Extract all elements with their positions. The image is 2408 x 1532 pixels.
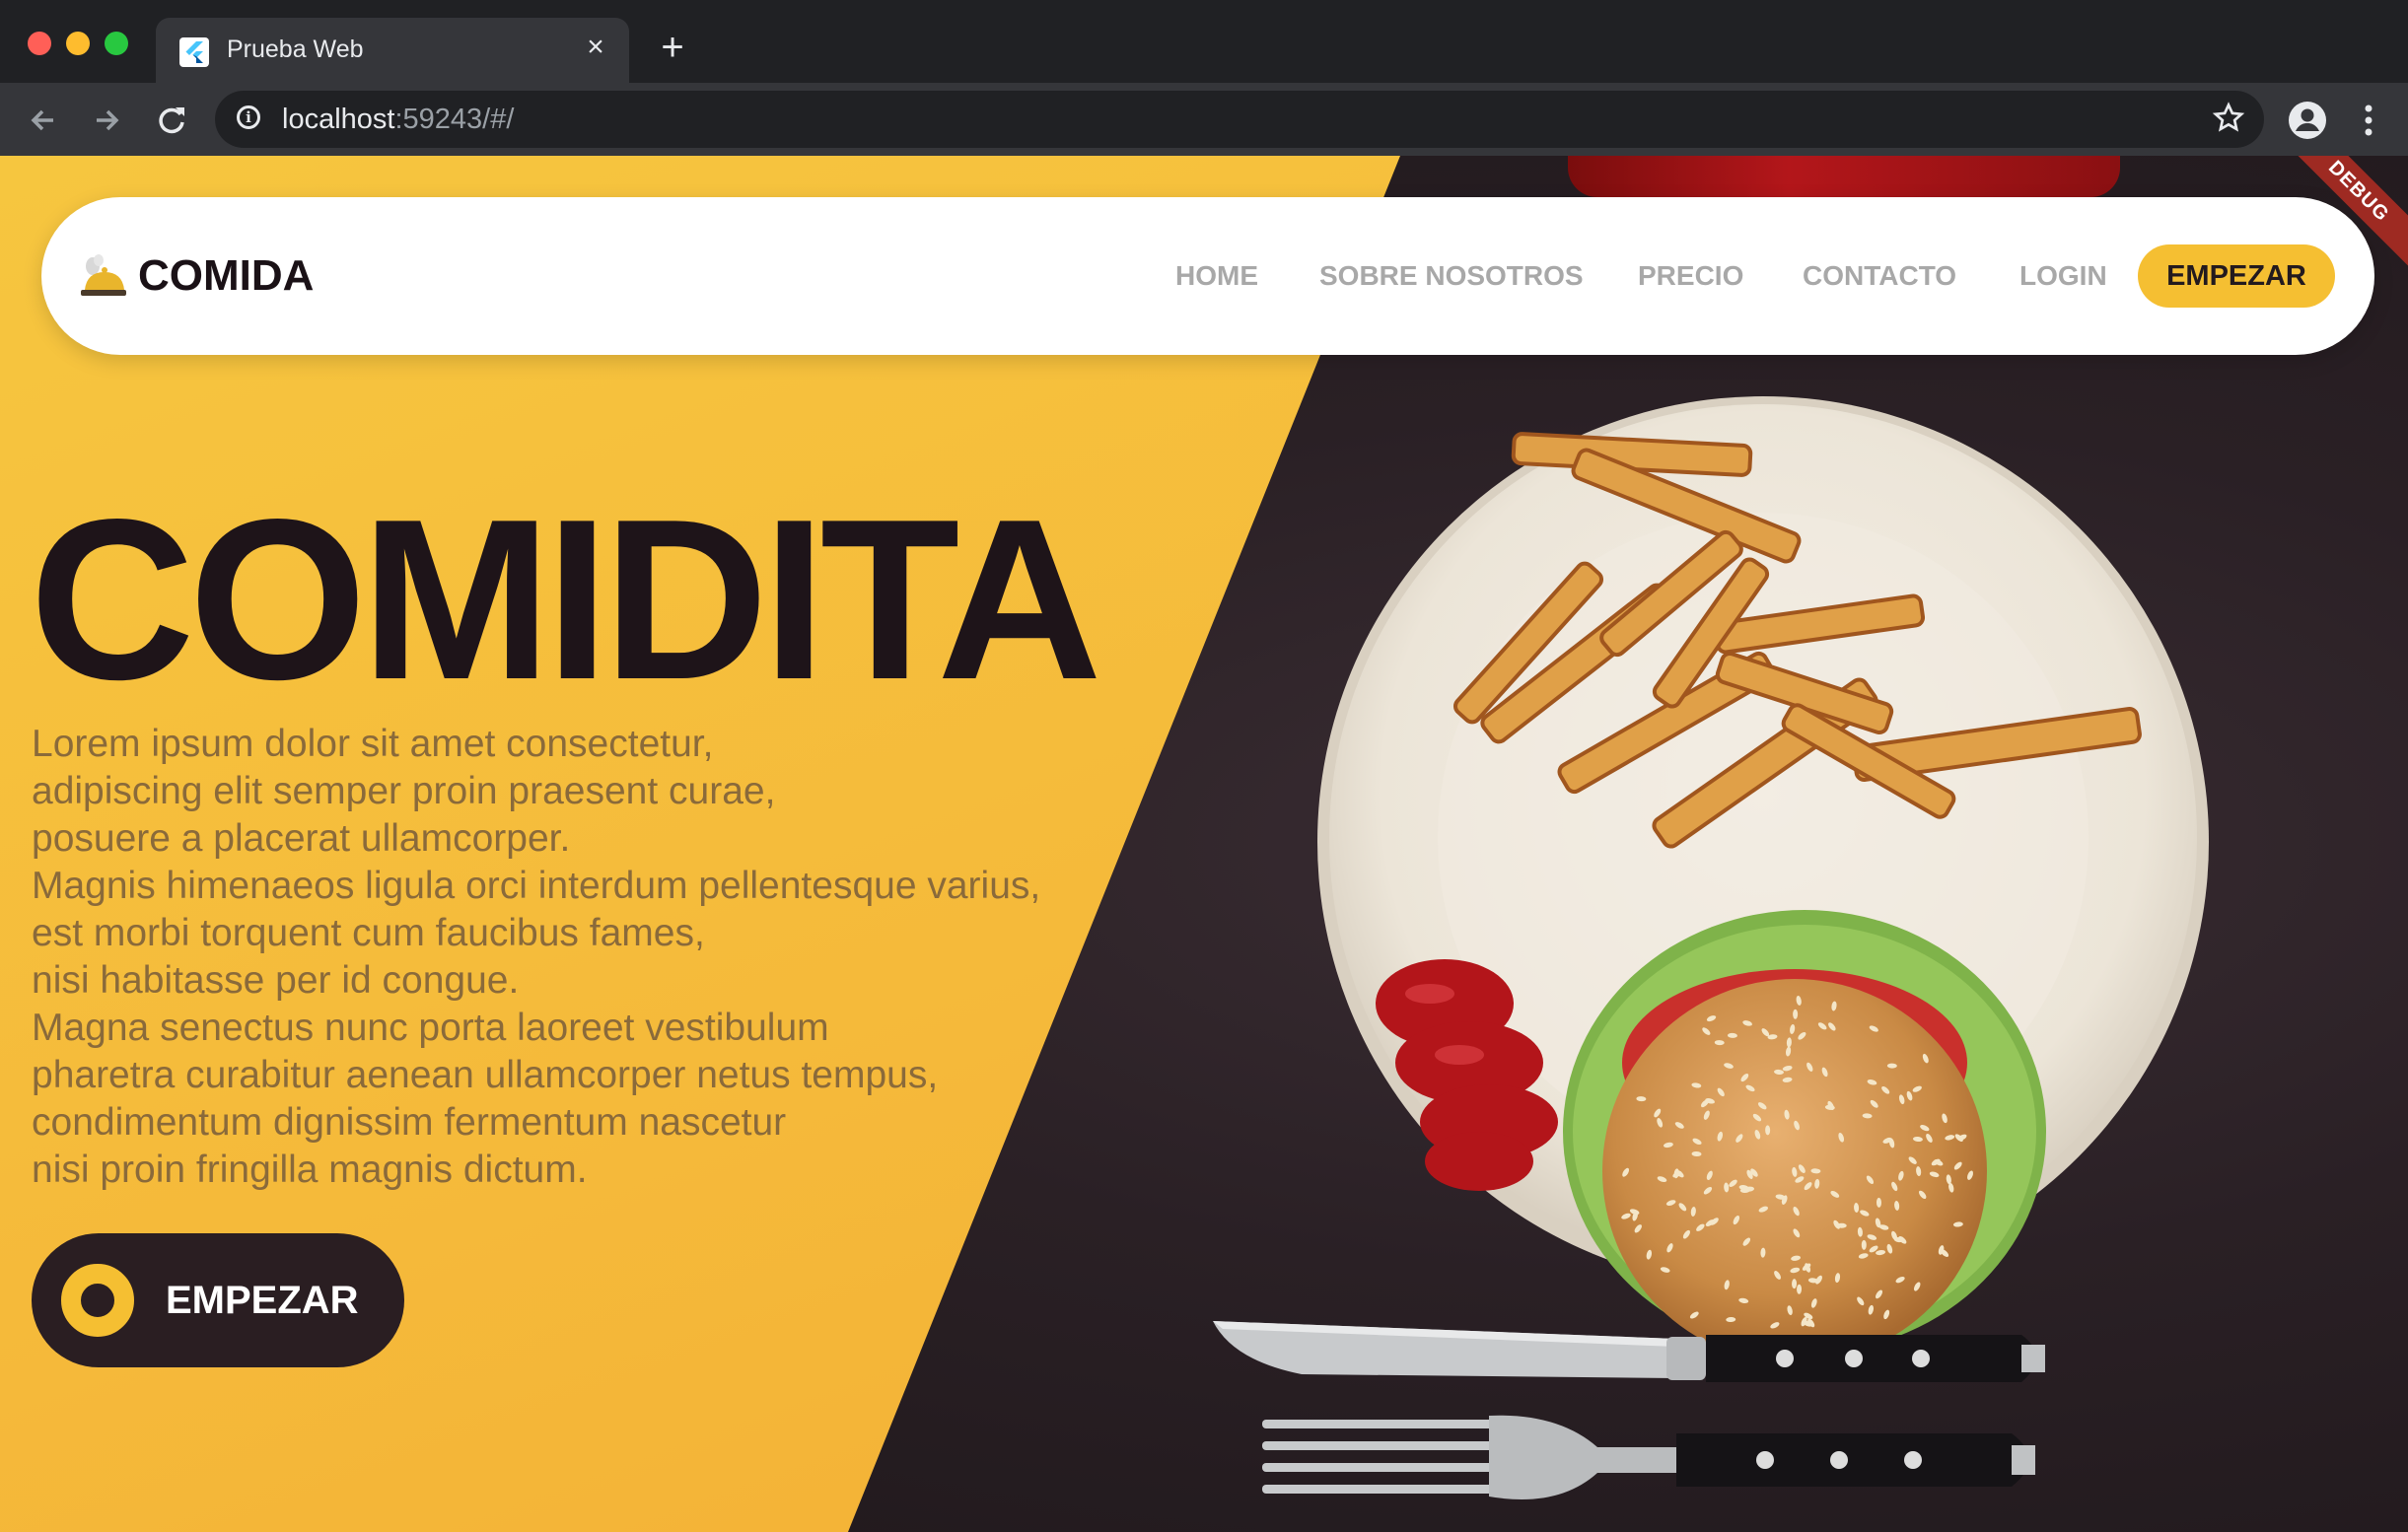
nav-link-contacto[interactable]: CONTACTO — [1803, 260, 1956, 292]
tab-title: Prueba Web — [227, 35, 364, 63]
reload-icon[interactable] — [154, 103, 189, 138]
ring-icon — [61, 1264, 134, 1337]
hero-paragraph-line: Magnis himenaeos ligula orci interdum pe… — [32, 865, 1041, 907]
new-tab-button[interactable]: + — [653, 28, 692, 67]
browser-toolbar: i localhost:59243/#/ — [0, 83, 2408, 156]
nav-link-precio[interactable]: PRECIO — [1638, 260, 1743, 292]
hero-paragraph-line: adipiscing elit semper proin praesent cu… — [32, 770, 776, 812]
hero-paragraph-line: condimentum dignissim fermentum nascetur — [32, 1101, 787, 1144]
hero-paragraph-line: est morbi torquent cum faucibus fames, — [32, 912, 705, 954]
hero-paragraph-line: Lorem ipsum dolor sit amet consectetur, — [32, 723, 714, 765]
forward-arrow-icon[interactable] — [89, 103, 124, 138]
kebab-menu-icon[interactable] — [2361, 101, 2376, 145]
browser-tabstrip: Prueba Web × + — [0, 0, 2408, 83]
brand-name[interactable]: COMIDA — [138, 251, 314, 301]
hero-paragraph-line: pharetra curabitur aenean ullamcorper ne… — [32, 1054, 939, 1096]
hero-paragraph-line: nisi proin fringilla magnis dictum. — [32, 1149, 588, 1191]
hero-empezar-button[interactable]: EMPEZAR — [32, 1233, 404, 1367]
close-window-button[interactable] — [28, 32, 51, 55]
flutter-favicon-icon — [179, 37, 209, 67]
page-viewport: DEBUG COMIDA HOME SOBRE NOSOTROS PRECIO … — [0, 156, 2408, 1532]
profile-avatar-icon[interactable] — [2288, 101, 2327, 145]
nav-link-home[interactable]: HOME — [1175, 260, 1258, 292]
nav-empezar-button[interactable]: EMPEZAR — [2138, 244, 2335, 308]
hero-title: COMIDITA — [30, 472, 1102, 728]
top-navbar: COMIDA HOME SOBRE NOSOTROS PRECIO CONTAC… — [41, 197, 2374, 355]
back-arrow-icon[interactable] — [26, 103, 61, 138]
food-cloche-logo-icon — [79, 252, 128, 302]
maximize-window-button[interactable] — [105, 32, 128, 55]
hero-paragraph-line: nisi habitasse per id congue. — [32, 959, 520, 1002]
hero-empezar-label: EMPEZAR — [166, 1279, 359, 1322]
url-text: localhost:59243/#/ — [282, 104, 515, 135]
burger-plate-image — [1213, 396, 2209, 1499]
hero-paragraph-line: posuere a placerat ullamcorper. — [32, 817, 571, 860]
bookmark-star-icon[interactable] — [2211, 101, 2246, 141]
nav-link-login[interactable]: LOGIN — [2019, 260, 2107, 292]
nav-link-sobre-nosotros[interactable]: SOBRE NOSOTROS — [1319, 260, 1584, 292]
site-info-icon[interactable]: i — [237, 105, 260, 129]
tab-close-icon[interactable]: × — [580, 32, 611, 63]
address-bar[interactable]: i localhost:59243/#/ — [215, 91, 2264, 148]
minimize-window-button[interactable] — [66, 32, 90, 55]
hero-paragraph-line: Magna senectus nunc porta laoreet vestib… — [32, 1007, 829, 1049]
hero-paragraph: Lorem ipsum dolor sit amet consectetur, … — [32, 721, 1136, 1194]
browser-tab[interactable]: Prueba Web × — [156, 18, 629, 83]
